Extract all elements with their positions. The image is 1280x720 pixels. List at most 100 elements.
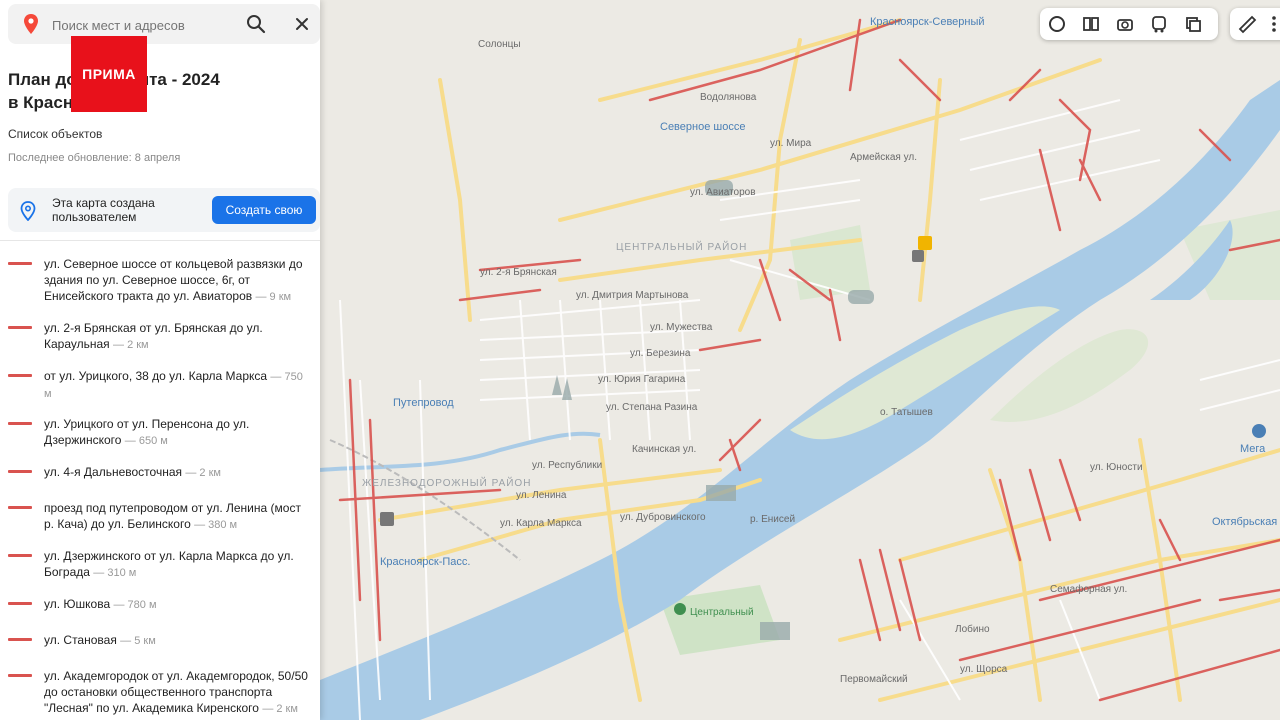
item-length: — 380 м xyxy=(194,519,238,531)
label-ul-dubrovinskogo: ул. Дубровинского xyxy=(620,511,706,523)
item-name: ул. 2-я Брянская от ул. Брянская до ул. … xyxy=(44,321,263,351)
objects-list-link[interactable]: Список объектов xyxy=(8,127,102,141)
label-ul-semafornaya: Семафорная ул. xyxy=(1050,583,1127,595)
item-name: ул. 4-я Дальневосточная xyxy=(44,465,182,479)
item-name: от ул. Урицкого, 38 до ул. Карла Маркса xyxy=(44,369,268,383)
repair-line-marker xyxy=(8,422,32,425)
map-title: План до о ремонта - 2024 в Красн xyxy=(8,70,220,112)
label-ul-lenina: ул. Ленина xyxy=(516,490,567,501)
item-length: — 310 м xyxy=(93,567,137,579)
search-bar xyxy=(8,4,320,44)
repair-line-marker xyxy=(8,470,32,473)
map-sidebar: План до о ремонта - 2024 в Красн ПРИМА С… xyxy=(0,0,320,720)
layers-icon xyxy=(1049,16,1065,32)
last-updated: Последнее обновление: 8 апреля xyxy=(8,152,181,164)
create-own-map-button[interactable]: Создать свою xyxy=(212,196,316,224)
list-item[interactable]: ул. Академгородок от ул. Академгородок, … xyxy=(0,668,320,720)
more-icon xyxy=(1272,16,1276,32)
prima-logo: ПРИМА xyxy=(71,36,147,112)
item-length: — 9 км xyxy=(255,291,292,303)
label-ul-yuri-gagarina: ул. Юрия Гагарина xyxy=(598,374,686,385)
label-ul-berezina: ул. Березина xyxy=(630,348,691,359)
label-central-district: ЦЕНТРАЛЬНЫЙ РАЙОН xyxy=(616,240,747,253)
location-pin-icon xyxy=(24,14,38,34)
item-length: — 650 м xyxy=(124,435,168,447)
stack-icon xyxy=(1186,17,1201,32)
repair-line-marker xyxy=(8,602,32,605)
list-item[interactable]: проезд под путепроводом от ул. Ленина (м… xyxy=(0,500,320,538)
item-length: — 5 км xyxy=(120,635,156,647)
label-severnoe-shosse: Северное шоссе xyxy=(660,121,745,133)
list-item[interactable]: ул. 2-я Брянская от ул. Брянская до ул. … xyxy=(0,320,320,358)
label-ul-kachinskaya: Качинская ул. xyxy=(632,444,696,455)
label-ul-respubliki: ул. Республики xyxy=(532,459,602,471)
label-railway-district: ЖЕЛЕЗНОДОРОЖНЫЙ РАЙОН xyxy=(362,476,531,489)
label-pervomaysky: Первомайский xyxy=(840,674,908,685)
label-ul-karla-marksa: ул. Карла Маркса xyxy=(500,518,582,529)
item-name: ул. Дзержинского от ул. Карла Маркса до … xyxy=(44,549,294,579)
bus-icon xyxy=(1152,16,1166,33)
list-item[interactable]: ул. 4-я Дальневосточная — 2 км xyxy=(0,464,320,486)
label-vodolyanova: Водолянова xyxy=(700,92,757,103)
item-name: проезд под путепроводом от ул. Ленина (м… xyxy=(44,501,301,531)
item-length: — 2 км xyxy=(113,339,149,351)
label-ul-yunosti: ул. Юности xyxy=(1090,462,1143,473)
list-item[interactable]: ул. Становая — 5 км xyxy=(0,632,320,654)
repair-line-marker xyxy=(8,326,32,329)
label-yenisei: р. Енисей xyxy=(750,514,795,525)
item-length: — 780 м xyxy=(113,599,157,611)
label-ul-muzhestva: ул. Мужества xyxy=(650,322,713,333)
list-item[interactable]: ул. Северное шоссе от кольцевой развязки… xyxy=(0,256,320,310)
layers-button[interactable] xyxy=(1040,8,1074,40)
repair-line-marker xyxy=(8,674,32,677)
repair-line-marker xyxy=(8,554,32,557)
item-name: ул. Юшкова xyxy=(44,597,111,611)
user-map-promo: Эта карта создана пользователем Создать … xyxy=(8,188,320,232)
list-item[interactable]: ул. Дзержинского от ул. Карла Маркса до … xyxy=(0,548,320,586)
item-name: ул. Становая xyxy=(44,633,117,647)
label-ul-dm-martynova: ул. Дмитрия Мартынова xyxy=(576,290,689,301)
map-pin-outline-icon xyxy=(20,201,36,221)
repair-line-marker xyxy=(8,262,32,265)
label-ul-mira: ул. Мира xyxy=(770,138,812,149)
label-solontsy: Солонцы xyxy=(478,39,521,50)
list-item[interactable]: от ул. Урицкого, 38 до ул. Карла Маркса … xyxy=(0,368,320,406)
label-ul-shchorsa: ул. Щорса xyxy=(960,664,1008,675)
label-ul-2-bryanskaya: ул. 2-я Брянская xyxy=(480,267,557,278)
list-item[interactable]: ул. Урицкого от ул. Перенсона до ул. Дзе… xyxy=(0,416,320,454)
repair-objects-list: ул. Северное шоссе от кольцевой развязки… xyxy=(0,256,320,720)
label-krasnoyarsk-pass: Красноярск-Пасс. xyxy=(380,556,470,568)
ruler-icon xyxy=(1238,15,1257,34)
item-length: — 2 км xyxy=(262,703,298,715)
label-ul-armeyskaya: Армейская ул. xyxy=(850,152,917,163)
label-ul-stepana-razina: ул. Степана Разина xyxy=(606,402,698,413)
camera-icon xyxy=(1117,19,1133,31)
more-button[interactable] xyxy=(1264,8,1280,40)
map-style-button[interactable] xyxy=(1176,8,1210,40)
transport-button[interactable] xyxy=(1142,8,1176,40)
map-book-icon xyxy=(1083,17,1099,31)
ruler-button[interactable] xyxy=(1230,8,1264,40)
list-item[interactable]: ул. Юшкова — 780 м xyxy=(0,596,320,618)
promo-text: Эта карта создана пользователем xyxy=(52,196,155,224)
repair-line-marker xyxy=(8,638,32,641)
repair-line-marker xyxy=(8,374,32,377)
close-icon[interactable] xyxy=(290,12,314,36)
label-putoprovod: Путепровод xyxy=(393,397,454,409)
label-tatyshev: о. Татышев xyxy=(880,407,933,418)
panorama-button[interactable] xyxy=(1108,8,1142,40)
repair-line-marker xyxy=(8,506,32,509)
search-input[interactable] xyxy=(50,12,234,38)
map-layers-toolbar xyxy=(1040,8,1218,40)
label-central-park: Центральный xyxy=(690,607,754,618)
traffic-button[interactable] xyxy=(1074,8,1108,40)
map-tools-toolbar xyxy=(1230,8,1280,40)
label-krasnoyarsk-north: Красноярск-Северный xyxy=(870,16,985,28)
label-ul-aviatorov: ул. Авиаторов xyxy=(690,187,756,198)
search-icon[interactable] xyxy=(244,12,268,36)
label-oktyabrskaya: Октябрьская xyxy=(1212,516,1277,528)
item-length: — 2 км xyxy=(185,467,221,479)
divider xyxy=(0,240,320,241)
label-lobino: Лобино xyxy=(955,623,990,635)
label-mega: Мега xyxy=(1240,443,1266,455)
